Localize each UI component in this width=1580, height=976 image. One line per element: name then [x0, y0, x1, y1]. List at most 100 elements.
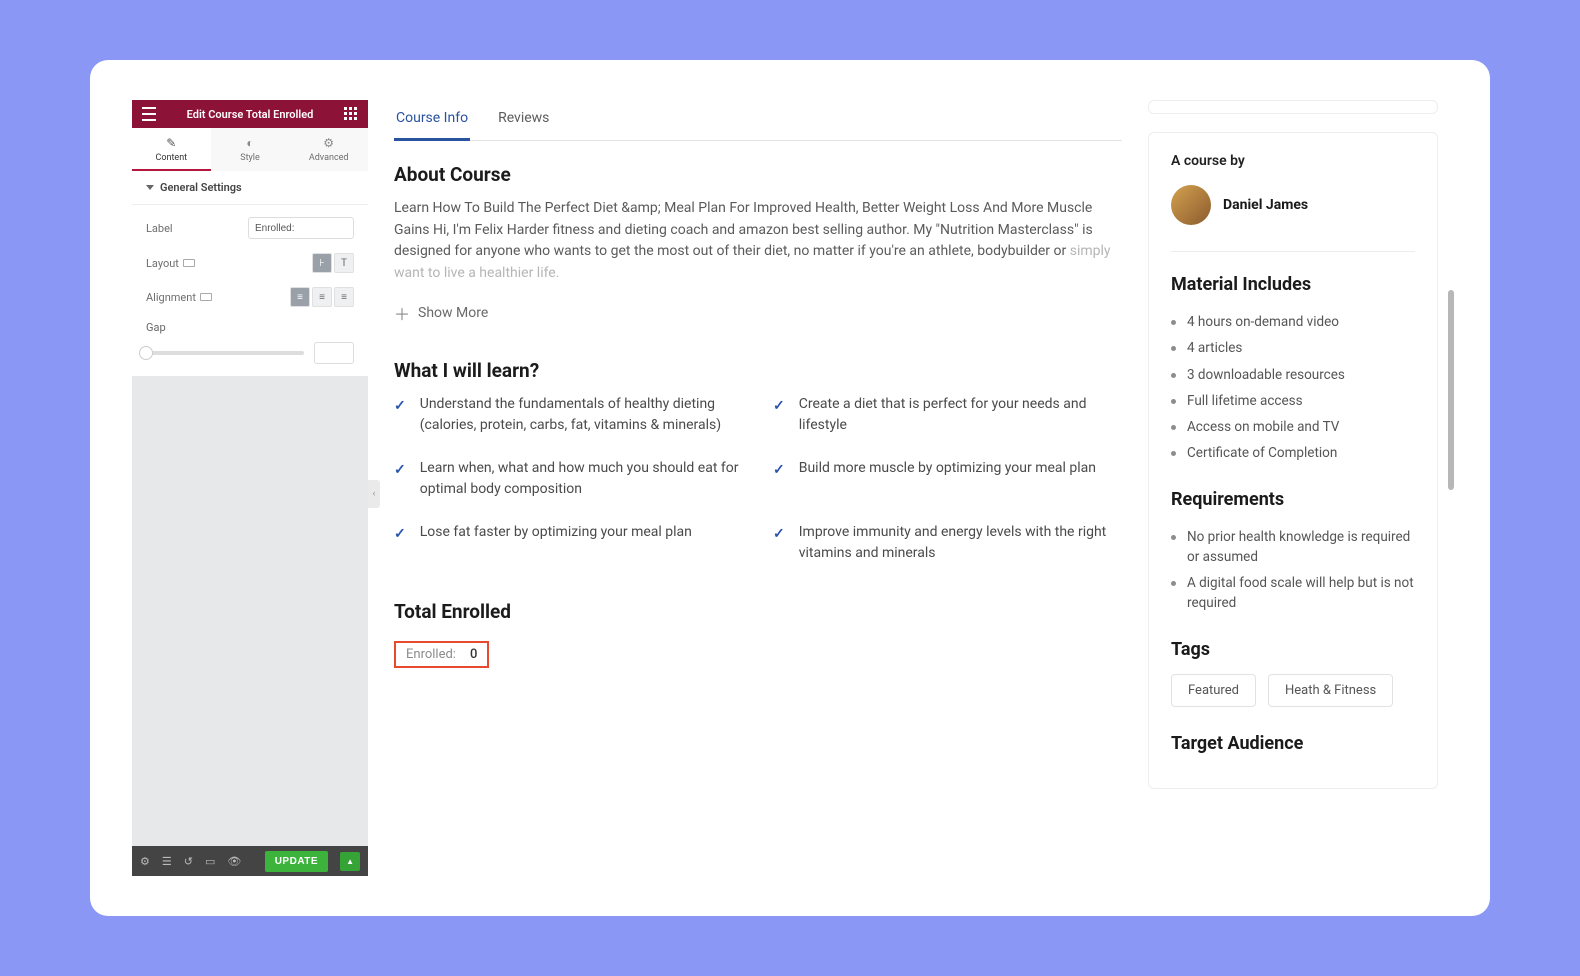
layout-top-button[interactable]: T — [334, 253, 354, 273]
check-icon: ✓ — [394, 524, 406, 564]
list-item: 3 downloadable resources — [1171, 362, 1415, 388]
responsive-mode-icon[interactable]: ▭ — [205, 855, 215, 868]
tab-advanced[interactable]: ⚙ Advanced — [289, 128, 368, 171]
main-content: Course Info Reviews About Course Learn H… — [368, 100, 1148, 876]
responsive-icon[interactable] — [200, 293, 212, 301]
preview-icon[interactable]: 👁 — [227, 855, 241, 868]
gap-slider[interactable] — [146, 351, 304, 355]
alignment-field-label: Alignment — [146, 291, 212, 304]
content-tabs: Course Info Reviews — [394, 100, 1122, 141]
list-item: Access on mobile and TV — [1171, 414, 1415, 440]
tab-style-label: Style — [240, 153, 260, 163]
learn-item: ✓Lose fat faster by optimizing your meal… — [394, 522, 743, 564]
alignment-buttons: ≡ ≡ ≡ — [290, 287, 354, 307]
section-controls: Label Layout ⊦ T Alignment ≡ ≡ ≡ Gap — [132, 205, 368, 376]
gap-input[interactable] — [314, 342, 354, 364]
learn-item: ✓ Understand the fundamentals of healthy … — [394, 394, 743, 436]
learn-text: Create a diet that is perfect for your n… — [799, 394, 1122, 436]
gap-row: Gap — [146, 321, 354, 364]
align-center-button[interactable]: ≡ — [312, 287, 332, 307]
material-list: 4 hours on-demand video 4 articles 3 dow… — [1171, 309, 1415, 467]
collapse-sidebar-button[interactable]: ‹ — [368, 480, 380, 508]
settings-icon[interactable]: ⚙ — [140, 855, 150, 868]
author-row[interactable]: Daniel James — [1171, 185, 1415, 225]
check-icon: ✓ — [773, 460, 785, 500]
sidebar-title: Edit Course Total Enrolled — [156, 108, 344, 121]
align-left-button[interactable]: ≡ — [290, 287, 310, 307]
total-enrolled-section: Total Enrolled Enrolled: 0 — [394, 600, 1122, 668]
layout-row: Layout ⊦ T — [146, 253, 354, 273]
learn-text: Understand the fundamentals of healthy d… — [420, 394, 743, 436]
sidebar-tabs: ✎Content ◐ Style ⚙ Advanced — [132, 128, 368, 171]
list-item: Full lifetime access — [1171, 388, 1415, 414]
update-button[interactable]: UPDATE — [265, 851, 328, 872]
tag-item[interactable]: Heath & Fitness — [1268, 674, 1393, 707]
avatar — [1171, 185, 1211, 225]
sidebar-empty-area — [132, 376, 368, 846]
update-dropdown-button[interactable]: ▲ — [340, 852, 360, 871]
scrollbar-thumb[interactable] — [1448, 290, 1454, 490]
tags-heading: Tags — [1171, 639, 1415, 660]
layout-left-button[interactable]: ⊦ — [312, 253, 332, 273]
list-item: 4 hours on-demand video — [1171, 309, 1415, 335]
pencil-icon: ✎ — [132, 136, 211, 150]
learn-item: ✓Learn when, what and how much you shoul… — [394, 458, 743, 500]
material-heading: Material Includes — [1171, 274, 1415, 295]
caret-down-icon — [146, 185, 154, 190]
learn-heading: What I will learn? — [394, 359, 1122, 382]
learn-text: Improve immunity and energy levels with … — [799, 522, 1122, 564]
learn-item: ✓ Build more muscle by optimizing your me… — [773, 458, 1122, 500]
layout-field-label: Layout — [146, 257, 195, 270]
general-settings-section: General Settings Label Layout ⊦ T Alignm… — [132, 171, 368, 376]
section-title-text: General Settings — [160, 181, 242, 194]
layout-buttons: ⊦ T — [312, 253, 354, 273]
app-frame: Edit Course Total Enrolled ✎Content ◐ Sty… — [90, 60, 1490, 916]
enrolled-label: Enrolled: — [406, 647, 456, 662]
navigator-icon[interactable]: ☰ — [162, 855, 172, 868]
check-icon: ✓ — [773, 524, 785, 564]
show-more-label: Show More — [418, 305, 488, 321]
divider — [1171, 251, 1415, 252]
menu-icon[interactable] — [142, 107, 156, 121]
sidebar-footer: ⚙ ☰ ↺ ▭ 👁 UPDATE ▲ — [132, 846, 368, 876]
check-icon: ✓ — [394, 460, 406, 500]
label-input[interactable] — [248, 217, 354, 239]
tab-advanced-label: Advanced — [309, 153, 349, 163]
enrolled-value: 0 — [470, 647, 477, 662]
section-toggle[interactable]: General Settings — [132, 171, 368, 205]
responsive-icon[interactable] — [183, 259, 195, 267]
grid-icon[interactable] — [344, 107, 358, 121]
gap-field-label: Gap — [146, 321, 166, 334]
learn-item: ✓ Create a diet that is perfect for your … — [773, 394, 1122, 436]
tab-reviews[interactable]: Reviews — [496, 100, 551, 141]
enrolled-box[interactable]: Enrolled: 0 — [394, 641, 489, 668]
enrolled-heading: Total Enrolled — [394, 600, 1122, 623]
tags-row: Featured Heath & Fitness — [1171, 674, 1415, 707]
course-by-label: A course by — [1171, 153, 1415, 169]
gear-icon: ⚙ — [289, 136, 368, 150]
align-right-button[interactable]: ≡ — [334, 287, 354, 307]
right-sidebar: A course by Daniel James Material Includ… — [1148, 100, 1448, 876]
slider-thumb[interactable] — [139, 346, 153, 360]
tab-course-info[interactable]: Course Info — [394, 100, 470, 141]
tag-item[interactable]: Featured — [1171, 674, 1256, 707]
sidebar-header: Edit Course Total Enrolled — [132, 100, 368, 128]
tab-content[interactable]: ✎Content — [132, 128, 211, 171]
about-body: Learn How To Build The Perfect Diet &amp… — [394, 200, 1093, 259]
history-icon[interactable]: ↺ — [184, 855, 193, 868]
contrast-icon: ◐ — [211, 136, 290, 150]
requirements-list: No prior health knowledge is required or… — [1171, 524, 1415, 617]
label-row: Label — [146, 217, 354, 239]
top-card-edge — [1148, 100, 1438, 114]
learn-text: Build more muscle by optimizing your mea… — [799, 458, 1096, 500]
audience-heading: Target Audience — [1171, 733, 1415, 754]
label-field-label: Label — [146, 222, 173, 235]
tab-style[interactable]: ◐ Style — [211, 128, 290, 171]
list-item: A digital food scale will help but is no… — [1171, 570, 1415, 617]
show-more-button[interactable]: ＋ Show More — [394, 301, 1122, 325]
about-text: Learn How To Build The Perfect Diet &amp… — [394, 198, 1122, 285]
layout: Edit Course Total Enrolled ✎Content ◐ Sty… — [132, 100, 1448, 876]
plus-icon: ＋ — [394, 301, 410, 325]
check-icon: ✓ — [773, 396, 785, 436]
check-icon: ✓ — [394, 396, 406, 436]
